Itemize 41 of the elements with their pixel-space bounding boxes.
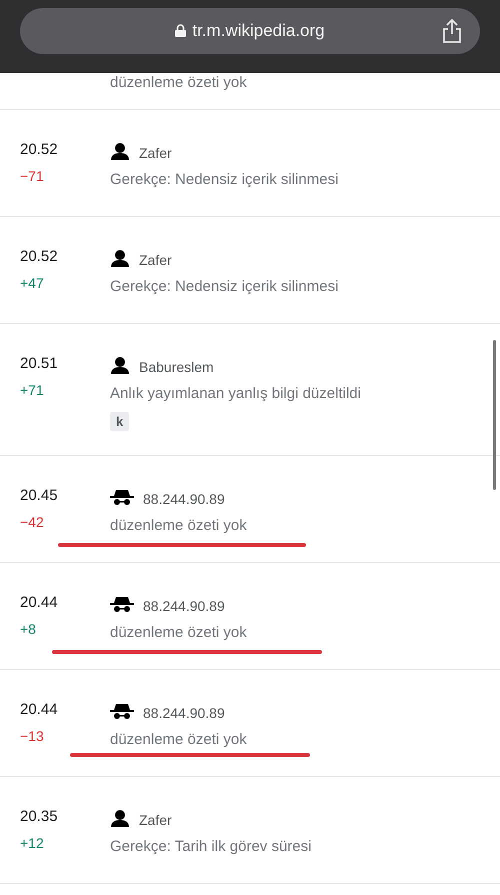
username-link[interactable]: Zafer — [139, 252, 172, 268]
edit-time[interactable]: 20.52 — [20, 141, 58, 158]
user-icon — [110, 810, 130, 826]
edit-summary: düzenleme özeti yok — [110, 731, 247, 748]
user-icon — [110, 356, 130, 374]
lock-icon — [175, 24, 186, 37]
edit-summary: Anlık yayımlanan yanlış bilgi düzeltildi — [110, 385, 361, 402]
edit-summary: Gerekçe: Tarih ilk görev süresi — [110, 838, 312, 855]
share-icon[interactable] — [442, 18, 462, 42]
edit-time[interactable]: 20.52 — [20, 248, 58, 265]
edit-time[interactable]: 20.51 — [20, 355, 58, 372]
username-link[interactable]: Zafer — [139, 812, 172, 828]
byte-change: +12 — [20, 835, 44, 851]
byte-change: +71 — [20, 382, 44, 398]
edit-summary: Gerekçe: Nedensiz içerik silinmesi — [110, 171, 338, 188]
url-text: tr.m.wikipedia.org — [192, 20, 325, 40]
edit-time[interactable]: 20.35 — [20, 808, 58, 825]
edit-time[interactable]: 20.44 — [20, 701, 58, 718]
edit-time[interactable]: 20.45 — [20, 487, 58, 504]
username-link[interactable]: 88.244.90.89 — [143, 491, 225, 507]
byte-change: +47 — [20, 275, 44, 291]
username-link[interactable]: 88.244.90.89 — [143, 598, 225, 614]
edit-summary: düzenleme özeti yok — [110, 624, 247, 641]
edit-summary: düzenleme özeti yok — [110, 517, 247, 534]
edit-summary: düzenleme özeti yok — [110, 74, 247, 91]
byte-change: +8 — [20, 621, 36, 637]
minor-edit-tag: k — [110, 412, 130, 431]
byte-change: −71 — [20, 168, 44, 184]
username-link[interactable]: Zafer — [139, 145, 172, 161]
username-link[interactable]: 88.244.90.89 — [143, 705, 225, 721]
byte-change: −42 — [20, 514, 44, 530]
anonymous-user-icon — [110, 704, 134, 718]
address-bar[interactable]: tr.m.wikipedia.org — [20, 8, 480, 54]
user-icon — [110, 250, 130, 266]
user-icon — [110, 142, 130, 160]
username-link[interactable]: Babureslem — [139, 359, 214, 375]
edit-time[interactable]: 20.44 — [20, 594, 58, 611]
anonymous-user-icon — [110, 596, 134, 612]
edit-summary: Gerekçe: Nedensiz içerik silinmesi — [110, 278, 338, 295]
anonymous-user-icon — [110, 490, 134, 504]
byte-change: −13 — [20, 728, 44, 744]
